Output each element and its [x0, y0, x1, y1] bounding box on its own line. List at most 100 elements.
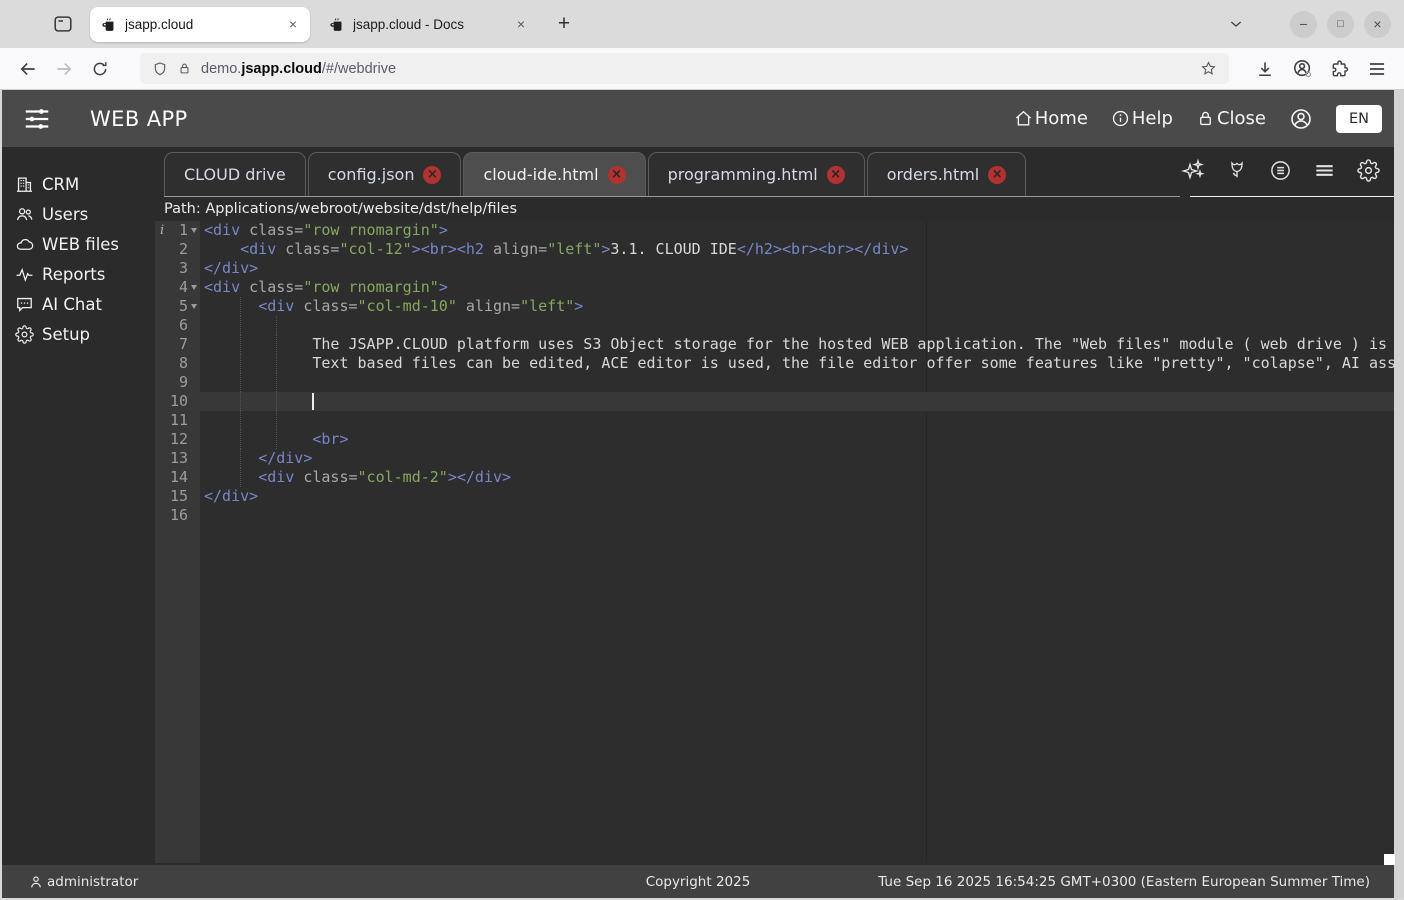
account-icon[interactable] — [1292, 58, 1313, 79]
browser-tab[interactable]: jsapp.cloud × — [90, 7, 310, 42]
code-line[interactable]: 4<div class="row rnomargin"> — [155, 278, 1394, 297]
download-icon[interactable] — [1255, 59, 1275, 79]
language-button[interactable]: EN — [1336, 105, 1382, 133]
annotation-info-icon: i — [160, 221, 164, 240]
new-tab-button[interactable]: + — [550, 12, 578, 36]
browser-navbar: demo.jsapp.cloud/#/webdrive — [0, 48, 1404, 90]
fold-arrow-icon[interactable] — [191, 304, 197, 309]
tab-title: jsapp.cloud - Docs — [353, 17, 506, 32]
nav-help[interactable]: Help — [1111, 108, 1173, 129]
close-tab-icon[interactable]: × — [423, 166, 441, 184]
code-line[interactable]: 16 — [155, 506, 1394, 525]
back-button[interactable] — [10, 52, 46, 86]
indent-guide — [276, 392, 277, 411]
editor-tab-cloud-drive[interactable]: CLOUD drive — [164, 152, 306, 196]
editor-tab-label: CLOUD drive — [184, 165, 286, 184]
lock-icon[interactable] — [177, 61, 192, 76]
code-line[interactable]: 6 — [155, 316, 1394, 335]
path-bar: Path: Applications/webroot/website/dst/h… — [155, 197, 1394, 221]
fold-arrow-icon[interactable] — [191, 285, 197, 290]
url-text: demo.jsapp.cloud/#/webdrive — [201, 61, 396, 77]
code-line[interactable]: 3</div> — [155, 259, 1394, 278]
indent-guide — [240, 430, 241, 449]
mug-favicon-icon — [328, 16, 345, 33]
close-tab-icon[interactable]: × — [608, 166, 626, 184]
sidebar-item-label: AI Chat — [42, 295, 102, 314]
line-number: 12 — [155, 430, 200, 449]
workspace: CLOUD driveconfig.json×cloud-ide.html×pr… — [155, 147, 1394, 863]
settings-gear-icon[interactable] — [1357, 159, 1380, 182]
minimize-button[interactable]: − — [1290, 11, 1317, 38]
nav-close[interactable]: Close — [1196, 108, 1266, 129]
list-circle-icon[interactable] — [1269, 159, 1292, 182]
sidebar-item-users[interactable]: Users — [2, 199, 155, 229]
code-line[interactable]: 12 <br> — [155, 430, 1394, 449]
browser-tab[interactable]: jsapp.cloud - Docs × — [318, 7, 538, 42]
page-scrollbar[interactable] — [1394, 90, 1404, 898]
indent-guide — [240, 373, 241, 392]
code-line[interactable]: 2 <div class="col-12"><br><h2 align="lef… — [155, 240, 1394, 259]
indent-guide — [276, 430, 277, 449]
footer-datetime: Tue Sep 16 2025 16:54:25 GMT+0300 (Easte… — [878, 874, 1370, 890]
editor-tab-config-json[interactable]: config.json× — [308, 152, 462, 196]
code-line[interactable]: 15</div> — [155, 487, 1394, 506]
menu-sliders-icon[interactable] — [22, 104, 52, 134]
sidebar-item-reports[interactable]: Reports — [2, 259, 155, 289]
line-number: 14 — [155, 468, 200, 487]
tab-close-icon[interactable]: × — [286, 16, 300, 32]
code-line[interactable]: 11 — [155, 411, 1394, 430]
code-line[interactable]: 9 — [155, 373, 1394, 392]
menu-lines-icon[interactable] — [1313, 159, 1336, 182]
nav-home[interactable]: Home — [1014, 108, 1088, 129]
code-line[interactable]: 10 — [155, 392, 1394, 411]
line-number: 10 — [155, 392, 200, 411]
indent-guide — [276, 354, 277, 373]
fold-arrow-icon[interactable] — [191, 228, 197, 233]
reload-button[interactable] — [82, 52, 118, 86]
editor-tab-programming-html[interactable]: programming.html × — [648, 152, 865, 196]
code-line[interactable]: 14 <div class="col-md-2"></div> — [155, 468, 1394, 487]
text-cursor — [312, 393, 314, 410]
bookmark-star-icon[interactable] — [1200, 60, 1217, 77]
browser-menu-icon[interactable] — [1367, 59, 1387, 79]
pulse-icon — [15, 265, 34, 284]
mug-favicon-icon — [100, 16, 117, 33]
sidebar-item-setup[interactable]: Setup — [2, 319, 155, 349]
close-window-button[interactable]: × — [1364, 11, 1391, 38]
tab-title: jsapp.cloud — [125, 17, 278, 32]
close-tab-icon[interactable]: × — [827, 166, 845, 184]
code-line[interactable]: 7 The JSAPP.CLOUD platform uses S3 Objec… — [155, 335, 1394, 354]
sidebar-item-crm[interactable]: CRM — [2, 169, 155, 199]
tab-close-icon[interactable]: × — [514, 16, 528, 32]
user-avatar-icon[interactable] — [1289, 107, 1313, 131]
code-line[interactable]: 13 </div> — [155, 449, 1394, 468]
firefox-view-button[interactable] — [50, 11, 76, 37]
flower-icon[interactable] — [1226, 159, 1248, 181]
maximize-button[interactable]: □ — [1327, 11, 1354, 38]
shield-icon[interactable] — [152, 61, 168, 77]
code-line[interactable]: i1<div class="row rnomargin"> — [155, 221, 1394, 240]
indent-guide — [276, 411, 277, 430]
url-bar[interactable]: demo.jsapp.cloud/#/webdrive — [140, 53, 1229, 84]
home-icon — [1014, 109, 1033, 128]
forward-button[interactable] — [46, 52, 82, 86]
close-tab-icon[interactable]: × — [988, 166, 1006, 184]
editor-tab-orders-html[interactable]: orders.html × — [867, 152, 1027, 196]
footer: administrator Copyright 2025 Tue Sep 16 … — [2, 865, 1394, 898]
line-number: 6 — [155, 316, 200, 335]
tab-list-chevron-icon[interactable] — [1228, 16, 1244, 32]
line-number: i1 — [155, 221, 200, 240]
code-line[interactable]: 5 <div class="col-md-10" align="left"> — [155, 297, 1394, 316]
sidebar: CRMUsersWEB filesReports AI Chat Setup — [2, 147, 155, 863]
editor-tab-label: programming.html — [668, 165, 818, 184]
sidebar-item-ai-chat[interactable]: AI Chat — [2, 289, 155, 319]
editor-tab-cloud-ide-html[interactable]: cloud-ide.html× — [463, 152, 645, 196]
editor-tab-label: orders.html — [887, 165, 980, 184]
code-editor[interactable]: i1<div class="row rnomargin">2 <div clas… — [155, 221, 1394, 863]
code-line[interactable]: 8 Text based files can be edited, ACE ed… — [155, 354, 1394, 373]
line-number: 16 — [155, 506, 200, 525]
extensions-puzzle-icon[interactable] — [1330, 59, 1350, 79]
ai-sparkles-icon[interactable] — [1181, 158, 1205, 182]
sidebar-item-web-files[interactable]: WEB files — [2, 229, 155, 259]
indent-guide — [276, 335, 277, 354]
